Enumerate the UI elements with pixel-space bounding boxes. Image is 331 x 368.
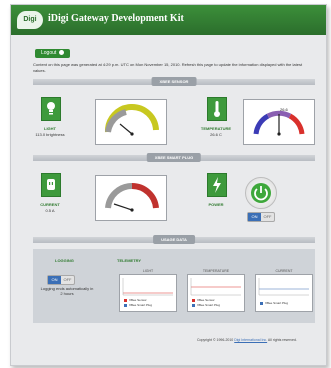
temperature-chart-legend-1: XBee Sensor xyxy=(192,298,215,302)
copyright-footer: Copyright © 1996-2010 Digi International… xyxy=(197,338,297,342)
power-toggle-button[interactable] xyxy=(245,177,277,209)
current-chart-legend-1: XBee Smart Plug xyxy=(260,301,288,305)
section-title-sensor: XBEE SENSOR xyxy=(151,77,197,86)
current-chart: CURRENT XBee Smart Plug xyxy=(255,269,313,312)
section-bar-smart-plug: XBEE SMART PLUG xyxy=(33,153,315,162)
logging-toggle-off[interactable]: OFF xyxy=(61,276,74,284)
thermometer-icon xyxy=(207,97,227,121)
logout-label: Logout xyxy=(41,50,57,56)
light-bulb-icon xyxy=(41,97,61,121)
section-title-usage: USAGE DATA xyxy=(153,235,195,244)
intro-note: Content on this page was generated at 4:… xyxy=(33,62,303,73)
light-chart-legend-1: XBee Sensor xyxy=(124,298,147,302)
logging-toggle-on[interactable]: ON xyxy=(48,276,61,284)
light-gauge xyxy=(95,99,167,145)
lightning-icon xyxy=(207,173,227,197)
current-gauge xyxy=(95,175,167,221)
logging-note: Logging ends automatically in 2 hours xyxy=(40,286,94,296)
light-value: 113.0 brightness xyxy=(35,132,65,137)
temperature-label: TEMPERATURE xyxy=(200,126,232,131)
power-label: POWER xyxy=(208,202,224,207)
temperature-gauge-text: 26.6 xyxy=(280,107,289,112)
current-label: CURRENT xyxy=(40,202,60,207)
power-icon xyxy=(59,50,65,56)
section-bar-sensor: XBEE SENSOR xyxy=(33,77,315,86)
temperature-chart-legend-2: XBee Smart Plug xyxy=(192,303,220,307)
smart-plug-toggle-on[interactable]: ON xyxy=(248,213,261,221)
browser-window: Digi iDigi Gateway Development Kit Logou… xyxy=(10,4,327,366)
app-header: Digi iDigi Gateway Development Kit xyxy=(11,5,326,35)
smart-plug-toggle-off[interactable]: OFF xyxy=(261,213,274,221)
section-bar-usage: USAGE DATA xyxy=(33,235,315,244)
current-value: 0.5 A xyxy=(45,208,55,213)
light-chart-legend-2: XBee Smart Plug xyxy=(124,303,152,307)
telemetry-title: TELEMETRY xyxy=(117,258,142,263)
temperature-chart: TEMPERATURE XBee Sensor XBee Smart Plug xyxy=(187,269,245,312)
section-title-smart-plug: XBEE SMART PLUG xyxy=(146,153,202,162)
light-label: LIGHT xyxy=(44,126,56,131)
plug-icon xyxy=(41,173,61,197)
smart-plug-toggle[interactable]: ON OFF xyxy=(247,212,275,222)
temperature-chart-title: TEMPERATURE xyxy=(202,269,230,273)
light-chart: LIGHT XBee Sensor XBee Smart Plug xyxy=(119,269,177,312)
company-link[interactable]: Digi International Inc. xyxy=(234,338,267,342)
temperature-value: 26.6 C xyxy=(210,132,222,137)
logging-toggle[interactable]: ON OFF xyxy=(47,275,75,285)
page-title: iDigi Gateway Development Kit xyxy=(48,13,184,24)
current-chart-title: CURRENT xyxy=(275,269,293,273)
digi-logo: Digi xyxy=(17,11,43,29)
light-chart-title: LIGHT xyxy=(142,269,154,273)
logging-title: LOGGING xyxy=(55,258,74,263)
temperature-gauge: 26.6 xyxy=(243,99,315,145)
power-button-icon xyxy=(251,183,271,203)
logout-button[interactable]: Logout xyxy=(35,49,71,58)
